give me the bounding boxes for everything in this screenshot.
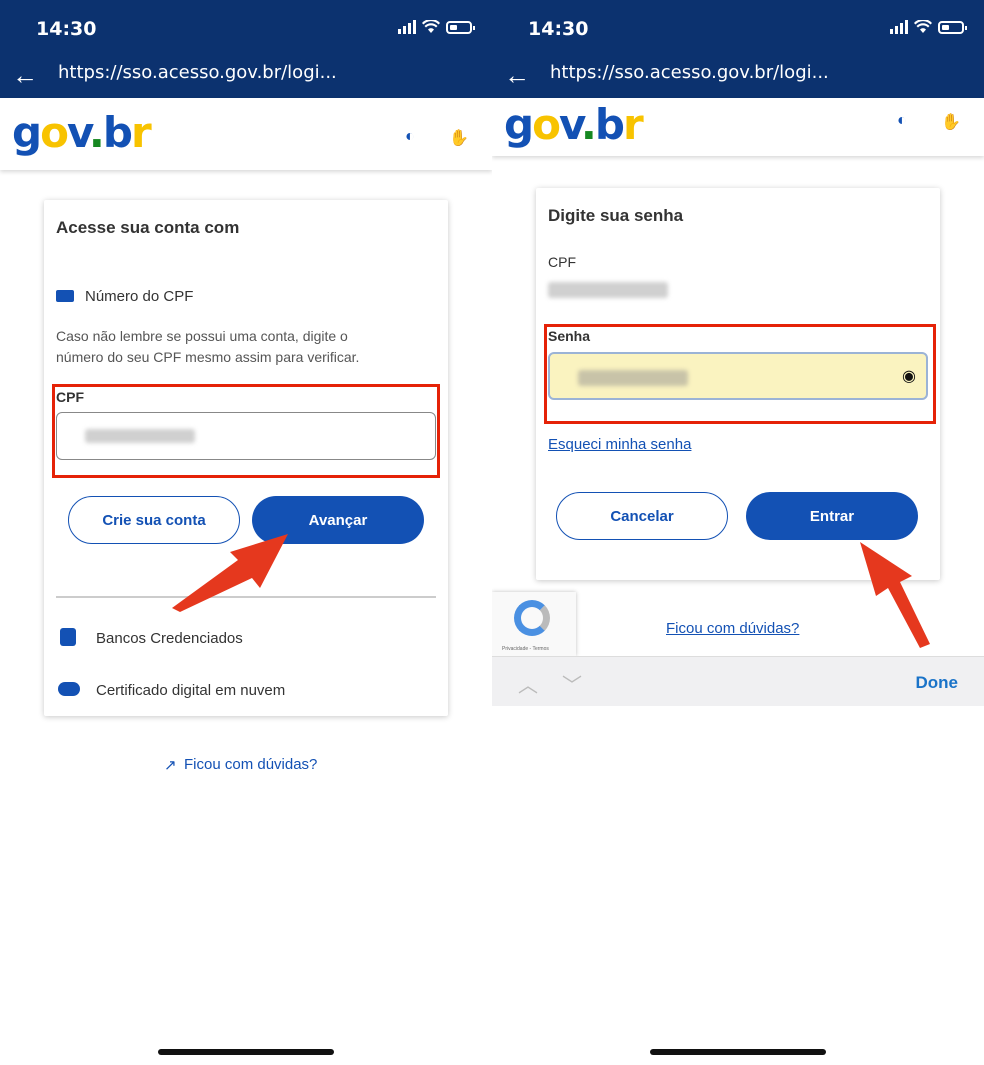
gov-header: gov.br ◐ ✋	[492, 98, 984, 156]
govbr-logo[interactable]: gov.br	[504, 100, 644, 149]
next-field-icon[interactable]: ﹀	[562, 669, 582, 698]
done-button[interactable]: Done	[916, 673, 959, 693]
banks-option[interactable]: Bancos Credenciados	[96, 628, 243, 649]
cloud-icon	[58, 682, 80, 696]
recaptcha-icon	[514, 600, 550, 636]
battery-icon	[446, 20, 475, 34]
govbr-logo[interactable]: gov.br	[12, 108, 152, 157]
status-time: 14:30	[528, 18, 589, 40]
help-text-1: Caso não lembre se possui uma conta, dig…	[56, 328, 348, 344]
status-icons	[890, 20, 967, 34]
card-title: Acesse sua conta com	[56, 218, 240, 237]
cpf-label: CPF	[548, 254, 576, 270]
cert-option[interactable]: Certificado digital em nuvem	[96, 680, 285, 701]
battery-icon	[938, 20, 967, 34]
cpf-highlight-box	[52, 384, 440, 478]
blurred-cpf-value	[548, 282, 668, 298]
cancel-button[interactable]: Cancelar	[556, 492, 728, 540]
left-screen: 14:30 ← https://sso.acesso.gov.br/logi..…	[0, 0, 492, 1065]
home-indicator	[158, 1049, 334, 1055]
right-screen: 14:30 ← https://sso.acesso.gov.br/logi..…	[492, 0, 984, 1065]
status-icons	[398, 20, 475, 34]
url-text[interactable]: https://sso.acesso.gov.br/logi...	[58, 62, 337, 83]
recaptcha-badge[interactable]: Privacidade - Termos	[492, 592, 576, 656]
accessibility-icon[interactable]: ✋	[941, 112, 961, 132]
external-link-icon: ↗	[164, 757, 177, 774]
option-cpf[interactable]: Número do CPF	[85, 286, 193, 307]
contrast-icon[interactable]: ◐	[897, 112, 907, 130]
bank-icon	[60, 628, 76, 646]
pointer-arrow	[860, 542, 930, 648]
accessibility-icon[interactable]: ✋	[449, 128, 469, 148]
gov-header: gov.br ◐ ✋	[0, 98, 492, 170]
back-arrow-icon[interactable]: ←	[12, 60, 38, 91]
help-text-2: número do seu CPF mesmo assim para verif…	[56, 349, 360, 365]
status-bar: 14:30	[492, 0, 984, 56]
help-link[interactable]: Ficou com dúvidas?	[666, 620, 799, 637]
browser-url-bar[interactable]: ← https://sso.acesso.gov.br/logi...	[492, 56, 984, 98]
id-card-icon	[56, 290, 74, 302]
wifi-icon	[422, 20, 440, 33]
home-indicator	[650, 1049, 826, 1055]
status-time: 14:30	[36, 18, 97, 40]
recaptcha-text: Privacidade - Termos	[502, 646, 549, 652]
signal-icon	[890, 20, 908, 34]
keyboard-toolbar: ︿ ﹀ Done	[492, 656, 984, 706]
previous-field-icon[interactable]: ︿	[518, 669, 538, 698]
browser-url-bar[interactable]: ← https://sso.acesso.gov.br/logi...	[0, 56, 492, 98]
help-link[interactable]: Ficou com dúvidas?	[184, 756, 317, 773]
back-arrow-icon[interactable]: ←	[504, 60, 530, 91]
wifi-icon	[914, 20, 932, 33]
forgot-password-link[interactable]: Esqueci minha senha	[548, 436, 691, 453]
url-text[interactable]: https://sso.acesso.gov.br/logi...	[550, 62, 829, 83]
signal-icon	[398, 20, 416, 34]
password-highlight-box	[544, 324, 936, 424]
pointer-arrow	[172, 534, 288, 612]
enter-button[interactable]: Entrar	[746, 492, 918, 540]
card-title: Digite sua senha	[548, 206, 684, 225]
contrast-icon[interactable]: ◐	[405, 128, 415, 146]
status-bar: 14:30	[0, 0, 492, 56]
